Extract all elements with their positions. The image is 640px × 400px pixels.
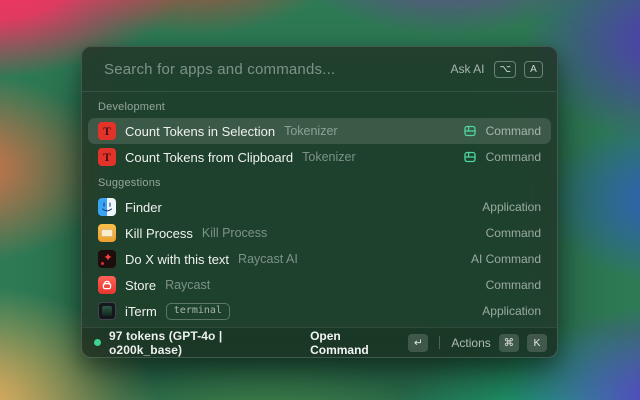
raycast-store-app-icon	[98, 276, 116, 294]
results-list: Development T Count Tokens in Selection …	[82, 92, 557, 327]
list-item-finder[interactable]: Finder Application	[88, 194, 551, 220]
command-type-icon	[463, 124, 477, 138]
k-key-badge: K	[527, 334, 547, 352]
return-key-badge: ↵	[408, 334, 428, 352]
list-item-count-tokens-in-selection[interactable]: T Count Tokens in Selection Tokenizer Co…	[88, 118, 551, 144]
item-title: Count Tokens from Clipboard	[125, 150, 293, 165]
status-dot-icon	[94, 339, 101, 346]
kill-process-app-icon	[98, 224, 116, 242]
cmd-key-badge: ⌘	[499, 334, 519, 352]
raycast-ai-app-icon: ✦	[98, 250, 116, 268]
list-item-do-x-with-this-text[interactable]: ✦ Do X with this text Raycast AI AI Comm…	[88, 246, 551, 272]
item-title: Count Tokens in Selection	[125, 124, 275, 139]
item-subtitle: Tokenizer	[284, 124, 338, 138]
token-count-status: 97 tokens (GPT-4o | o200k_base)	[109, 329, 294, 357]
item-subtitle: Raycast AI	[238, 252, 298, 266]
list-item-kill-process[interactable]: Kill Process Kill Process Command	[88, 220, 551, 246]
item-subtitle: Tokenizer	[302, 150, 356, 164]
item-type-label: Command	[486, 278, 541, 292]
command-type-icon	[463, 150, 477, 164]
open-command-action[interactable]: Open Command	[310, 329, 400, 357]
a-key-badge: A	[524, 61, 543, 78]
section-header-development: Development	[88, 94, 551, 118]
item-title: Finder	[125, 200, 162, 215]
item-title: Kill Process	[125, 226, 193, 241]
tokenizer-app-icon: T	[98, 148, 116, 166]
iterm-app-icon	[98, 302, 116, 320]
item-title: iTerm	[125, 304, 157, 319]
item-title: Store	[125, 278, 156, 293]
item-type-label: Command	[486, 124, 541, 138]
list-item-count-tokens-from-clipboard[interactable]: T Count Tokens from Clipboard Tokenizer …	[88, 144, 551, 170]
item-subtitle: Raycast	[165, 278, 210, 292]
option-key-badge: ⌥	[494, 61, 516, 78]
actionbar-divider	[439, 336, 440, 349]
desktop-wallpaper: { "colors": { "accent_green": "#4fd6a0",…	[0, 0, 640, 400]
item-type-label: Application	[482, 200, 541, 214]
list-item-store[interactable]: Store Raycast Command	[88, 272, 551, 298]
raycast-launcher-window: Search for apps and commands... Ask AI ⌥…	[81, 46, 558, 358]
item-type-label: AI Command	[471, 252, 541, 266]
item-type-label: Command	[486, 150, 541, 164]
ask-ai-label[interactable]: Ask AI	[450, 62, 484, 76]
finder-app-icon	[98, 198, 116, 216]
action-bar: 97 tokens (GPT-4o | o200k_base) Open Com…	[82, 327, 557, 357]
tokenizer-app-icon: T	[98, 122, 116, 140]
item-subtitle: Kill Process	[202, 226, 267, 240]
actions-menu-button[interactable]: Actions	[451, 336, 490, 350]
item-type-label: Command	[486, 226, 541, 240]
item-title: Do X with this text	[125, 252, 229, 267]
item-type-label: Application	[482, 304, 541, 318]
search-input[interactable]: Search for apps and commands...	[104, 61, 442, 78]
tokenizer-glyph: T	[103, 124, 111, 139]
search-bar: Search for apps and commands... Ask AI ⌥…	[82, 47, 557, 91]
ai-spark-glyph: ✦	[103, 253, 112, 264]
tokenizer-glyph: T	[103, 150, 111, 165]
section-header-suggestions: Suggestions	[88, 170, 551, 194]
list-item-iterm[interactable]: iTerm terminal Application	[88, 298, 551, 324]
item-tag: terminal	[166, 303, 230, 320]
